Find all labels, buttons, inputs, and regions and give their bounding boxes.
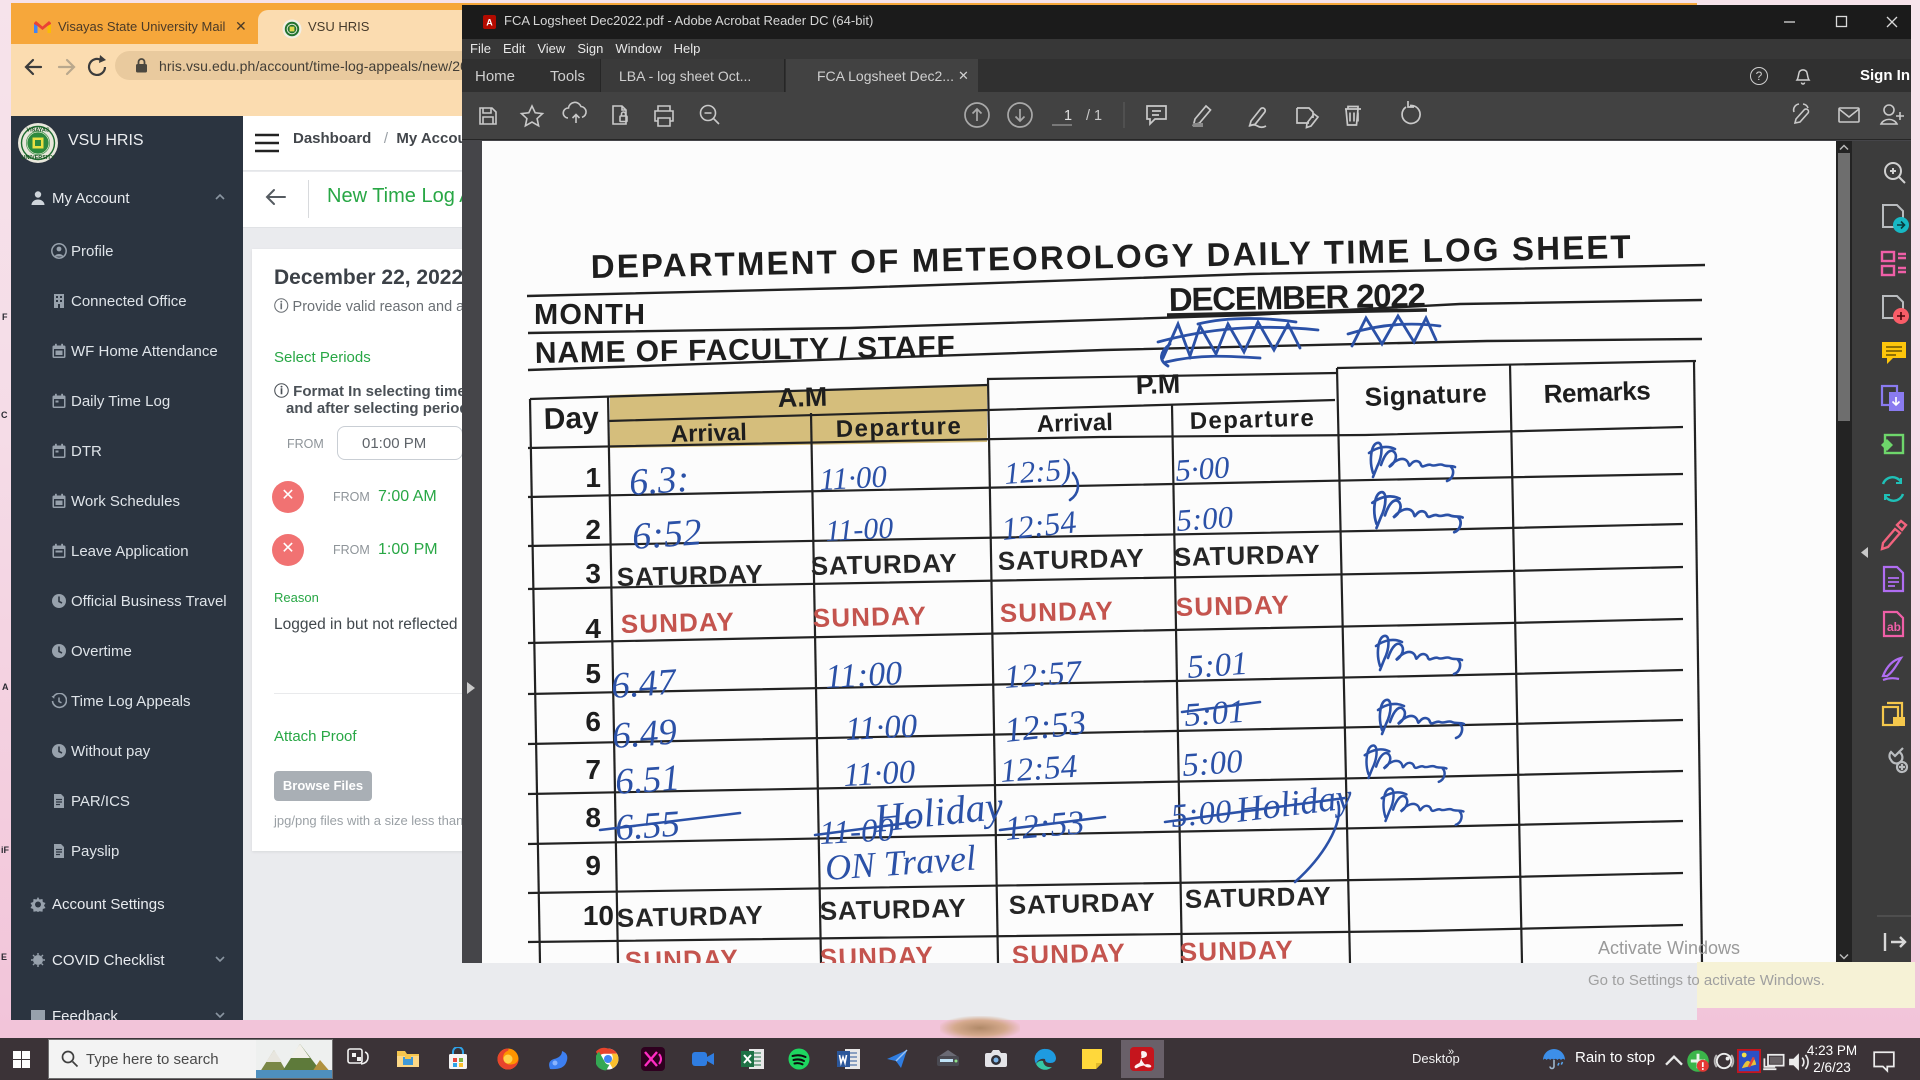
svg-text:Signature: Signature: [1364, 378, 1487, 412]
svg-text:8: 8: [585, 802, 601, 833]
svg-text:7: 7: [585, 754, 601, 785]
svg-text:10: 10: [583, 900, 614, 931]
svg-text:VISAYAS: VISAYAS: [26, 128, 49, 134]
svg-text:A: A: [486, 18, 493, 28]
svg-text:5:01: 5:01: [1183, 694, 1246, 734]
svg-text:UNIVERSITY: UNIVERSITY: [21, 155, 54, 161]
svg-text:1: 1: [585, 462, 601, 493]
svg-text:SATURDAY: SATURDAY: [1184, 881, 1331, 914]
svg-text:5:00: 5:00: [1175, 499, 1235, 538]
svg-text:2: 2: [585, 514, 601, 545]
svg-text:Arrival: Arrival: [1036, 409, 1113, 438]
svg-text:6:52: 6:52: [631, 511, 703, 558]
svg-text:SUNDAY: SUNDAY: [812, 600, 926, 633]
svg-text:SATURDAY: SATURDAY: [1173, 539, 1320, 572]
svg-text:12:57: 12:57: [1003, 655, 1084, 696]
svg-text:11·00: 11·00: [845, 708, 919, 748]
svg-text:P.M: P.M: [1135, 369, 1180, 400]
svg-text:SATURDAY: SATURDAY: [616, 900, 763, 933]
svg-text:11·00: 11·00: [843, 754, 917, 794]
svg-text:A.M: A.M: [777, 382, 827, 413]
svg-text:1: 1: [1064, 108, 1072, 124]
svg-text:ab: ab: [1887, 620, 1901, 634]
svg-text:SUNDAY: SUNDAY: [1175, 589, 1289, 622]
svg-text:5·00: 5·00: [1174, 449, 1231, 488]
svg-text:Arrival: Arrival: [670, 419, 747, 448]
svg-text:NAME OF FACULTY / STAFF: NAME OF FACULTY / STAFF: [535, 330, 955, 370]
svg-text:SATURDAY: SATURDAY: [810, 548, 957, 581]
svg-text:12:5): 12:5): [1003, 451, 1072, 491]
svg-text:Remarks: Remarks: [1543, 375, 1651, 409]
svg-text:6.49: 6.49: [611, 712, 678, 757]
svg-text:11·00: 11·00: [819, 458, 889, 497]
svg-text:3: 3: [585, 558, 601, 589]
svg-text:SATURDAY: SATURDAY: [997, 543, 1144, 576]
svg-text:11:00: 11:00: [824, 655, 903, 696]
svg-text:6.51: 6.51: [614, 758, 681, 803]
svg-text:Departure: Departure: [1189, 405, 1314, 435]
svg-text:SUNDAY: SUNDAY: [1011, 937, 1125, 963]
svg-text:SUNDAY: SUNDAY: [1179, 934, 1293, 963]
svg-text:6.47: 6.47: [610, 661, 679, 707]
svg-text:11-00: 11-00: [825, 511, 894, 548]
svg-text:/ 1: / 1: [1086, 108, 1102, 124]
svg-text:SATURDAY: SATURDAY: [819, 893, 966, 926]
svg-text:MONTH: MONTH: [534, 299, 645, 331]
svg-text:9: 9: [585, 850, 601, 881]
svg-text:5:01: 5:01: [1186, 646, 1249, 686]
svg-text:12:53: 12:53: [1003, 804, 1085, 848]
svg-text:SUNDAY: SUNDAY: [624, 943, 738, 963]
svg-text:Departure: Departure: [835, 413, 961, 443]
svg-text:SUNDAY: SUNDAY: [999, 595, 1113, 628]
svg-text:SATURDAY: SATURDAY: [616, 559, 763, 592]
svg-text:Day: Day: [543, 402, 599, 436]
svg-text:12:54: 12:54: [999, 749, 1078, 790]
svg-text:4: 4: [585, 613, 601, 644]
svg-text:5:00: 5:00: [1181, 744, 1244, 784]
svg-text:6.3:: 6.3:: [628, 458, 691, 504]
svg-text:SUNDAY: SUNDAY: [620, 606, 734, 639]
svg-text:SUNDAY: SUNDAY: [819, 940, 933, 963]
svg-text:5: 5: [585, 658, 601, 689]
svg-text:6: 6: [585, 706, 601, 737]
svg-text:SATURDAY: SATURDAY: [1008, 887, 1155, 920]
